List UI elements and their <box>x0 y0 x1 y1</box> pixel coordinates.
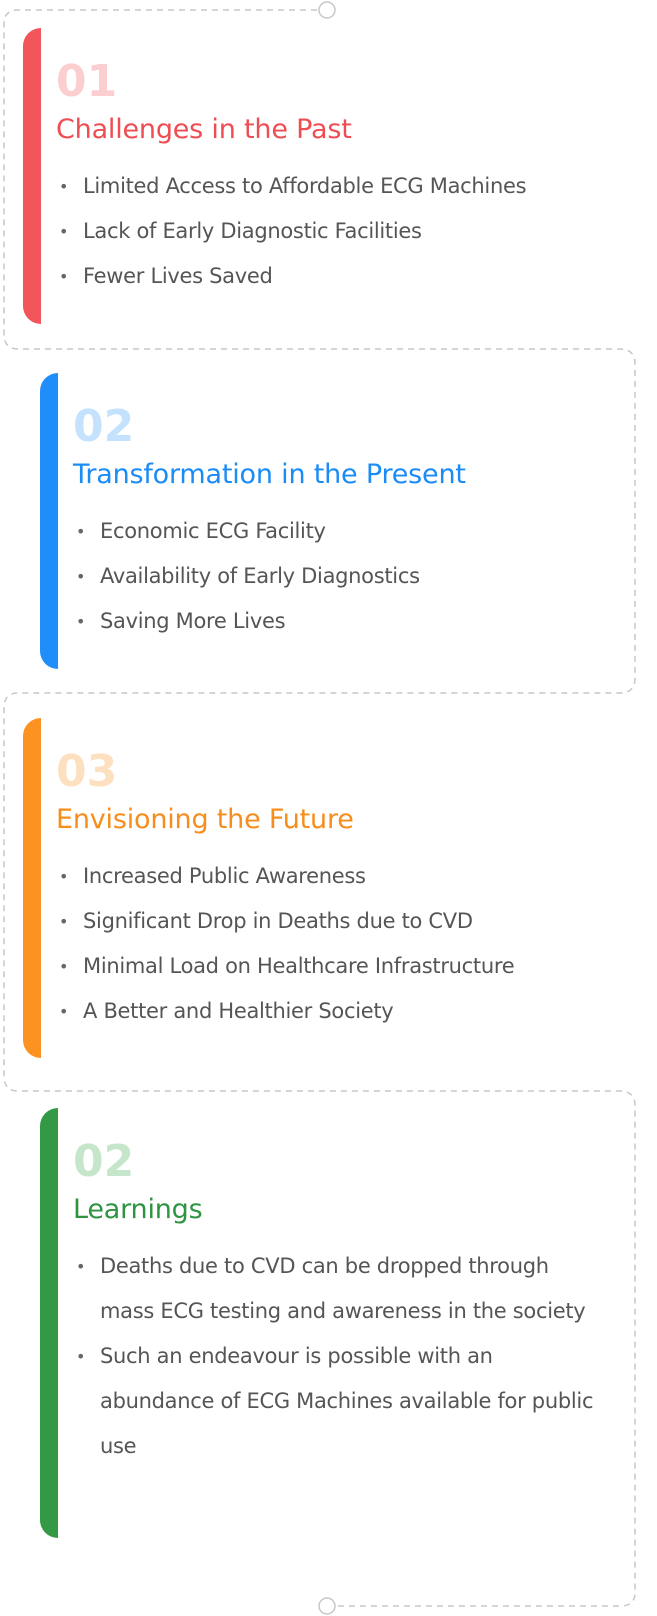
section-card-transformation: 02 Transformation in the Present • Econom… <box>40 373 620 669</box>
list-item: • Saving More Lives <box>76 609 286 633</box>
list-item: • Deaths due to CVD can be dropped throug… <box>76 1254 586 1323</box>
list-item: • Fewer Lives Saved <box>59 264 273 288</box>
section-number: 02 <box>73 401 135 452</box>
list-item: • Economic ECG Facility <box>76 519 326 543</box>
accent-bar <box>23 718 41 1058</box>
timeline-start-dot <box>318 1 336 19</box>
bullet-list: • Deaths due to CVD can be dropped throug… <box>73 1244 620 1469</box>
accent-bar <box>23 28 41 324</box>
section-card-challenges: 01 Challenges in the Past • Limited Acces… <box>23 28 623 324</box>
list-item: • A Better and Healthier Society <box>59 999 394 1023</box>
accent-bar <box>40 1108 58 1538</box>
section-title: Transformation in the Present <box>73 459 466 490</box>
list-item: • Minimal Load on Healthcare Infrastructu… <box>59 954 515 978</box>
list-item: • Availability of Early Diagnostics <box>76 564 420 588</box>
bullet-list: • Economic ECG Facility • Availability of … <box>73 509 620 644</box>
list-item: • Lack of Early Diagnostic Facilities <box>59 219 422 243</box>
bullet-list: • Increased Public Awareness • Significant… <box>56 854 623 1034</box>
bullet-list: • Limited Access to Affordable ECG Machin… <box>56 164 623 299</box>
timeline-end-dot <box>318 1597 336 1615</box>
section-number: 03 <box>56 746 118 797</box>
accent-bar <box>40 373 58 669</box>
section-title: Challenges in the Past <box>56 114 352 145</box>
list-item: • Significant Drop in Deaths due to CVD <box>59 909 473 933</box>
section-number: 02 <box>73 1136 135 1187</box>
section-number: 01 <box>56 56 118 107</box>
section-title: Envisioning the Future <box>56 804 354 835</box>
section-title: Learnings <box>73 1194 203 1225</box>
list-item: • Limited Access to Affordable ECG Machin… <box>59 174 527 198</box>
list-item: • Such an endeavour is possible with an a… <box>76 1344 594 1458</box>
list-item: • Increased Public Awareness <box>59 864 366 888</box>
section-card-learnings: 02 Learnings • Deaths due to CVD can be d… <box>40 1108 620 1538</box>
section-card-future: 03 Envisioning the Future • Increased Pub… <box>23 718 623 1058</box>
